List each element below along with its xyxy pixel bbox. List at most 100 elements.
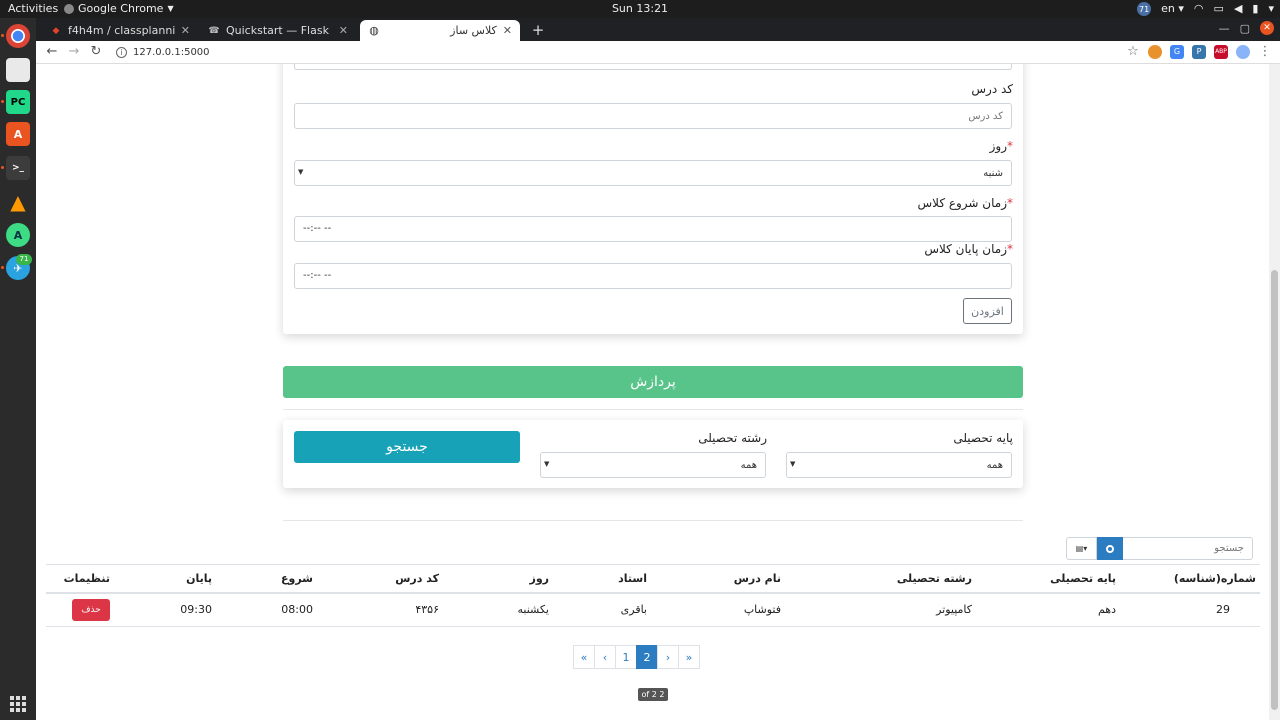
field-select-value: همه <box>740 459 757 471</box>
language-label: en <box>1161 2 1175 15</box>
field-label: رشته تحصیلی <box>698 431 767 445</box>
chrome-dock-icon[interactable] <box>6 24 30 48</box>
bookmark-star-icon[interactable]: ☆ <box>1126 44 1140 59</box>
window-close-icon[interactable]: ✕ <box>1260 21 1274 35</box>
table-row: 29 دهم کامپیوتر فتوشاپ باقری یکشنبه ۴۳۵۶… <box>46 592 1260 627</box>
tab-github[interactable]: ◆ f4h4m / classplanning · G ✕ <box>42 20 198 41</box>
window-controls: — ▢ ✕ <box>1219 21 1274 35</box>
add-button[interactable]: افزودن <box>963 298 1012 324</box>
col-end[interactable]: پایان <box>114 564 216 594</box>
cell-end: 09:30 <box>114 592 216 627</box>
volume-icon: ◀ <box>1233 2 1243 15</box>
info-icon[interactable]: i <box>116 47 127 58</box>
required-asterisk: * <box>1007 139 1013 153</box>
pycharm-dock-icon[interactable]: PC <box>6 90 30 114</box>
end-time-label-text: زمان پایان کلاس <box>924 242 1007 256</box>
system-top-bar: Activities Google Chrome ▼ Sun 13:21 71 … <box>0 0 1280 18</box>
page-next-button[interactable]: › <box>657 645 679 669</box>
cell-start: 08:00 <box>216 592 317 627</box>
start-time-input[interactable]: --:-- -- <box>294 216 1012 242</box>
cookie-extension-icon[interactable] <box>1148 44 1162 59</box>
col-start[interactable]: شروع <box>216 564 317 594</box>
back-arrow-icon[interactable]: ← <box>44 44 60 60</box>
forward-arrow-icon[interactable]: → <box>66 44 82 60</box>
col-grade[interactable]: پایه تحصیلی <box>976 564 1120 594</box>
page-2-button[interactable]: 2 <box>636 645 658 669</box>
caret-down-icon: ▼ <box>298 168 304 176</box>
filter-search-button[interactable]: جستجو <box>294 431 520 463</box>
close-icon[interactable]: ✕ <box>181 24 190 37</box>
translate-extension-icon[interactable]: G <box>1170 44 1184 59</box>
start-time-value: --:-- -- <box>303 223 332 234</box>
show-applications-icon[interactable] <box>10 696 26 712</box>
col-course[interactable]: نام درس <box>651 564 785 594</box>
delete-button[interactable]: حذف <box>72 598 110 621</box>
close-icon[interactable]: ✕ <box>339 24 348 37</box>
activities-button[interactable]: Activities <box>8 2 58 15</box>
page-1-button[interactable]: 1 <box>615 645 637 669</box>
col-field[interactable]: رشته تحصیلی <box>785 564 976 594</box>
tab-title: f4h4m / classplanning · G <box>68 24 175 37</box>
end-time-input[interactable]: --:-- -- <box>294 263 1012 289</box>
day-label-text: روز <box>989 139 1007 153</box>
col-day[interactable]: روز <box>443 564 553 594</box>
grade-select-value: همه <box>986 459 1003 471</box>
page-viewport: کد درس *روز ▼ شنبه *زمان شروع کلاس --:--… <box>36 64 1280 720</box>
terminal-dock-icon[interactable]: >_ <box>6 156 30 180</box>
language-indicator[interactable]: en ▾ <box>1161 1 1184 17</box>
extensions-area: ☆ G P ABP ⋮ <box>1126 44 1272 59</box>
col-code[interactable]: کد درس <box>317 564 443 594</box>
running-indicator <box>1 34 4 37</box>
cell-id: 29 <box>1120 592 1260 627</box>
tab-flask-docs[interactable]: ☎ Quickstart — Flask Docum ✕ <box>200 20 356 41</box>
scrollbar-thumb[interactable] <box>1271 270 1278 710</box>
profile-avatar[interactable] <box>1236 44 1250 59</box>
dock: PC A >_ ▲ A ✈ 71 <box>0 18 36 720</box>
android-studio-dock-icon[interactable]: A <box>6 223 30 247</box>
table-search-input[interactable] <box>1121 537 1253 560</box>
process-button[interactable]: پردازش <box>283 366 1023 398</box>
filter-card: پایه تحصیلی ▼ همه رشته تحصیلی ▼ همه جستج… <box>283 420 1023 488</box>
app-menu[interactable]: Google Chrome ▼ <box>64 2 174 15</box>
field-select[interactable]: ▼ همه <box>540 452 766 478</box>
system-tray[interactable]: 71 en ▾ ◠ ▭ ◀ ▮ ▾ <box>1137 1 1274 17</box>
table-search-button[interactable] <box>1096 537 1123 560</box>
python-extension-icon[interactable]: P <box>1192 44 1206 59</box>
vlc-dock-icon[interactable]: ▲ <box>6 190 30 214</box>
running-indicator <box>1 166 4 169</box>
adblock-extension-icon[interactable]: ABP <box>1214 44 1228 59</box>
software-center-dock-icon[interactable]: A <box>6 122 30 146</box>
address-bar[interactable]: i 127.0.0.1:5000 <box>112 43 1132 62</box>
tab-class-builder[interactable]: ◍ کلاس ساز ✕ <box>360 20 520 41</box>
maximize-icon[interactable]: ▢ <box>1240 22 1250 35</box>
close-icon[interactable]: ✕ <box>503 24 512 37</box>
col-teacher[interactable]: استاد <box>553 564 651 594</box>
day-select[interactable]: ▼ شنبه <box>294 160 1012 186</box>
browser-tab-strip: ◆ f4h4m / classplanning · G ✕ ☎ Quicksta… <box>36 18 1280 41</box>
classes-table: شماره(شناسه) پایه تحصیلی رشته تحصیلی نام… <box>46 564 1260 627</box>
previous-input-partial[interactable] <box>294 64 1012 70</box>
grade-select[interactable]: ▼ همه <box>786 452 1012 478</box>
columns-toggle-button[interactable]: ▤▾ <box>1066 537 1097 560</box>
divider <box>283 409 1023 410</box>
power-menu-icon[interactable]: ▾ <box>1268 1 1274 17</box>
clock[interactable]: Sun 13:21 <box>0 2 1280 15</box>
minimize-icon[interactable]: — <box>1219 22 1230 35</box>
files-dock-icon[interactable] <box>6 58 30 82</box>
page-scrollbar[interactable] <box>1269 64 1280 720</box>
tab-title: کلاس ساز <box>450 24 497 37</box>
reload-icon[interactable]: ↻ <box>88 44 104 60</box>
col-id[interactable]: شماره(شناسه) <box>1120 564 1260 594</box>
notification-count-badge[interactable]: 71 <box>1137 2 1152 16</box>
page-prev-button[interactable]: ‹ <box>594 645 616 669</box>
new-tab-button[interactable]: + <box>528 20 548 40</box>
page-last-button[interactable]: » <box>678 645 700 669</box>
app-menu-label: Google Chrome <box>78 2 164 15</box>
course-code-input[interactable] <box>294 103 1012 129</box>
page-first-button[interactable]: « <box>573 645 595 669</box>
url-text: 127.0.0.1:5000 <box>133 47 210 58</box>
browser-toolbar: ← → ↻ i 127.0.0.1:5000 ☆ G P ABP ⋮ <box>36 41 1280 64</box>
kebab-menu-icon[interactable]: ⋮ <box>1258 44 1272 59</box>
divider <box>283 520 1023 521</box>
start-time-label: *زمان شروع کلاس <box>918 196 1013 210</box>
